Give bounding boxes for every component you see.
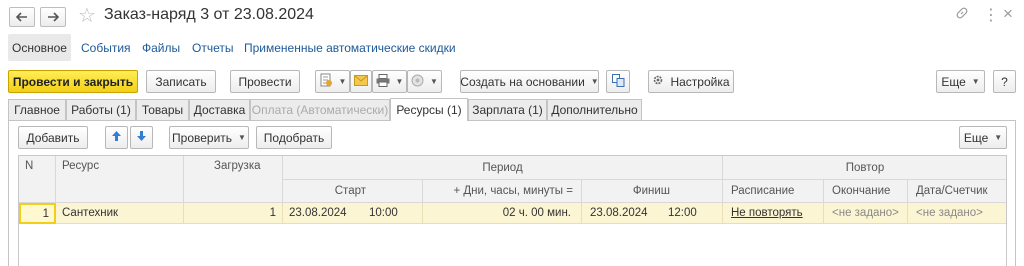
cell-resource[interactable]: Сантехник <box>56 203 184 224</box>
arrow-down-icon <box>136 130 147 145</box>
cell-finish-time[interactable]: 12:00 <box>660 203 723 224</box>
column-header-start[interactable]: Старт <box>283 180 423 203</box>
nav-item-files[interactable]: Файлы <box>142 41 180 55</box>
cell-end[interactable]: <не задано> <box>824 203 908 224</box>
settings-extra-button[interactable]: ▼ <box>407 70 442 93</box>
column-header-duration[interactable]: + Дни, часы, минуты = <box>423 180 582 203</box>
more-button[interactable]: Еще ▼ <box>936 70 985 93</box>
resources-table: N Ресурс Загрузка Период Повтор Старт + … <box>18 155 1007 266</box>
document-attach-button[interactable]: ▼ <box>315 70 350 93</box>
structure-button[interactable] <box>606 70 630 93</box>
column-header-end[interactable]: Окончание <box>824 180 908 203</box>
chevron-down-icon: ▼ <box>238 133 246 142</box>
tab-salary[interactable]: Зарплата (1) <box>468 99 547 120</box>
cell-duration[interactable]: 02 ч. 00 мин. <box>423 203 582 224</box>
column-header-n[interactable]: N <box>19 156 56 203</box>
cell-date-counter[interactable]: <не задано> <box>908 203 1006 224</box>
cell-start-time[interactable]: 10:00 <box>361 203 423 224</box>
arrow-left-icon <box>15 9 28 25</box>
tab-goods[interactable]: Товары <box>136 99 189 120</box>
cell-finish-date[interactable]: 23.08.2024 <box>582 203 660 224</box>
favorite-star-icon[interactable]: ☆ <box>78 3 96 28</box>
tab-main[interactable]: Главное <box>8 99 66 120</box>
nav-item-events[interactable]: События <box>81 41 131 55</box>
tab-resources[interactable]: Ресурсы (1) <box>390 98 468 121</box>
column-header-period: Период <box>283 156 723 180</box>
chevron-down-icon: ▼ <box>338 77 347 86</box>
pick-button[interactable]: Подобрать <box>256 126 332 149</box>
nav-item-discounts[interactable]: Примененные автоматические скидки <box>244 41 456 55</box>
table-more-label: Еще <box>963 130 989 145</box>
table-more-button[interactable]: Еще ▼ <box>959 126 1007 149</box>
close-icon[interactable]: × <box>1003 4 1013 24</box>
link-icon[interactable] <box>955 6 969 23</box>
circle-gear-icon <box>411 74 424 90</box>
arrow-up-icon <box>111 130 122 145</box>
nav-item-main-label: Основное <box>12 40 67 55</box>
check-label: Проверить <box>172 130 233 145</box>
document-structure-icon <box>611 73 625 90</box>
cell-start-date[interactable]: 23.08.2024 <box>283 203 361 224</box>
arrow-right-icon <box>47 9 60 25</box>
chevron-down-icon: ▼ <box>971 77 980 86</box>
vertical-dots-icon[interactable]: ⋮ <box>983 5 999 25</box>
schedule-link[interactable]: Не повторять <box>731 207 803 219</box>
column-header-schedule[interactable]: Расписание <box>723 180 824 203</box>
gear-icon <box>652 74 664 89</box>
cell-schedule[interactable]: Не повторять <box>723 203 824 224</box>
column-header-finish[interactable]: Финиш <box>582 180 723 203</box>
chevron-down-icon: ▼ <box>590 77 599 86</box>
printer-icon <box>376 73 390 90</box>
page-title: Заказ-наряд 3 от 23.08.2024 <box>104 6 314 23</box>
more-label: Еще <box>941 74 966 89</box>
cell-load[interactable]: 1 <box>184 203 283 224</box>
print-button[interactable]: ▼ <box>372 70 407 93</box>
column-header-date-counter[interactable]: Дата/Счетчик <box>908 180 1006 203</box>
settings-label: Настройка <box>670 74 730 89</box>
back-button[interactable] <box>9 7 35 27</box>
cell-n[interactable]: 1 <box>19 203 56 224</box>
nav-item-reports[interactable]: Отчеты <box>192 41 233 55</box>
chevron-down-icon: ▼ <box>430 77 438 86</box>
envelope-icon <box>354 74 368 89</box>
column-header-repeat: Повтор <box>723 156 1006 180</box>
move-down-button[interactable] <box>130 126 153 149</box>
post-button[interactable]: Провести <box>230 70 300 93</box>
create-based-on-label: Создать на основании <box>460 74 585 89</box>
settings-button[interactable]: Настройка <box>648 70 734 93</box>
tab-additional[interactable]: Дополнительно <box>547 99 642 120</box>
tab-delivery[interactable]: Доставка <box>189 99 250 120</box>
chevron-down-icon: ▼ <box>395 77 404 86</box>
tab-payment: Оплата (Автоматически) <box>250 99 390 120</box>
check-button[interactable]: Проверить ▼ <box>169 126 249 149</box>
help-button[interactable]: ? <box>993 70 1016 93</box>
move-up-button[interactable] <box>105 126 128 149</box>
tab-works[interactable]: Работы (1) <box>66 99 136 120</box>
nav-item-main[interactable]: Основное <box>8 34 71 61</box>
save-button[interactable]: Записать <box>146 70 216 93</box>
column-header-resource[interactable]: Ресурс <box>56 156 184 203</box>
add-button[interactable]: Добавить <box>18 126 88 149</box>
chevron-down-icon: ▼ <box>994 133 1003 142</box>
create-based-on-button[interactable]: Создать на основании ▼ <box>460 70 599 93</box>
post-and-close-button[interactable]: Провести и закрыть <box>8 70 138 93</box>
mail-button[interactable] <box>350 70 372 93</box>
column-header-load[interactable]: Загрузка <box>184 156 283 203</box>
forward-button[interactable] <box>40 7 66 27</box>
document-icon <box>319 73 333 90</box>
